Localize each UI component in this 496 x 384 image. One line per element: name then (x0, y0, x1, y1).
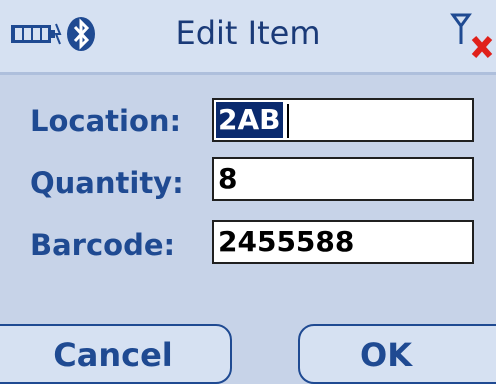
title-bar: Edit Item (0, 0, 496, 72)
location-value: 2AB (216, 102, 283, 138)
no-signal-icon (450, 13, 493, 58)
title-divider (0, 72, 496, 75)
cancel-label: Cancel (53, 336, 173, 374)
cancel-softkey[interactable]: Cancel (0, 324, 232, 384)
quantity-value: 8 (218, 162, 238, 195)
ok-softkey[interactable]: OK (298, 324, 496, 384)
quantity-label: Quantity: (30, 166, 184, 200)
barcode-field[interactable]: 2455588 (212, 220, 474, 264)
location-label: Location: (30, 104, 182, 138)
barcode-label: Barcode: (30, 228, 176, 262)
quantity-field[interactable]: 8 (212, 157, 474, 201)
location-field[interactable]: 2AB (212, 98, 474, 142)
barcode-value: 2455588 (218, 225, 355, 258)
text-cursor (287, 104, 289, 138)
page-title: Edit Item (175, 14, 321, 52)
ok-label: OK (360, 336, 412, 374)
